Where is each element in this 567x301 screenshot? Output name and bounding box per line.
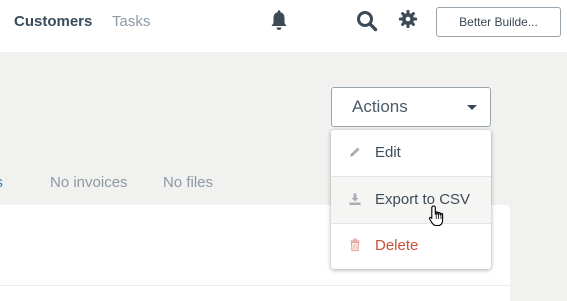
top-navigation-bar: Customers Tasks Better Builde... (0, 0, 567, 52)
nav-customers[interactable]: Customers (14, 13, 92, 30)
account-button[interactable]: Better Builde... (436, 7, 561, 37)
nav-tasks[interactable]: Tasks (112, 13, 150, 30)
gear-icon[interactable] (396, 8, 422, 34)
menu-item-label: Delete (375, 237, 419, 254)
menu-item-delete[interactable]: Delete (331, 223, 491, 269)
tab-jobs[interactable]: bs (0, 174, 3, 191)
menu-item-export-csv[interactable]: Export to CSV (331, 177, 491, 223)
hand-pointer-cursor-icon (428, 205, 444, 227)
actions-dropdown-menu: Edit Export to CSV Delete (331, 130, 491, 269)
actions-button[interactable]: Actions (331, 87, 491, 127)
menu-item-edit[interactable]: Edit (331, 130, 491, 176)
search-icon[interactable] (354, 8, 380, 34)
trash-icon (350, 238, 360, 252)
tab-invoices[interactable]: No invoices (50, 174, 128, 191)
card-divider (0, 285, 510, 286)
bell-icon[interactable] (266, 8, 292, 34)
download-icon (349, 193, 361, 205)
pencil-icon (350, 147, 360, 157)
tab-files[interactable]: No files (163, 174, 213, 191)
caret-down-icon (467, 105, 477, 110)
menu-item-label: Edit (375, 144, 401, 161)
menu-item-label: Export to CSV (375, 191, 471, 208)
actions-button-label: Actions (352, 97, 408, 116)
